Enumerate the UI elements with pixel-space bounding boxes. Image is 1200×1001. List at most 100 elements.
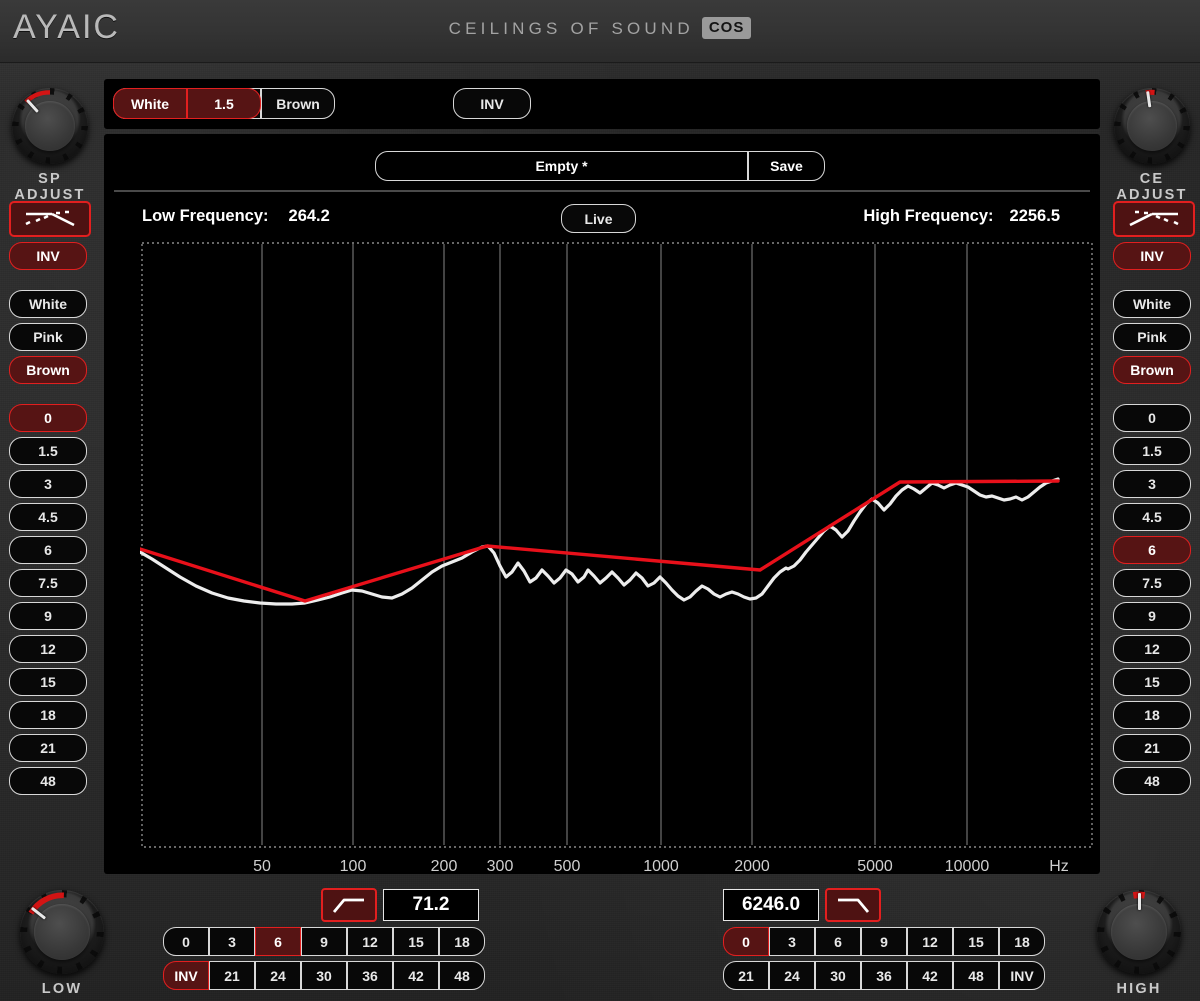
right-level-0[interactable]: 0 <box>1113 404 1191 432</box>
right-level-12[interactable]: 12 <box>1113 635 1191 663</box>
highcut-slope-42[interactable]: 42 <box>907 961 953 990</box>
right-level-6[interactable]: 6 <box>1113 536 1191 564</box>
lowcut-slope-21[interactable]: 21 <box>209 961 255 990</box>
highcut-slope-24[interactable]: 24 <box>769 961 815 990</box>
high-knob-group: HIGH <box>1094 890 1184 997</box>
high-frequency-value[interactable]: 2256.5 <box>1010 207 1060 225</box>
left-side-controls: INV White Pink Brown 0 1.5 3 4.5 6 7.5 9… <box>9 201 87 800</box>
left-level-18[interactable]: 18 <box>9 701 87 729</box>
graph-x-tick-label: Hz <box>1049 858 1069 876</box>
left-level-12[interactable]: 12 <box>9 635 87 663</box>
lowcut-slope-3[interactable]: 3 <box>209 927 255 956</box>
sp-adjust-knob[interactable] <box>12 88 88 164</box>
top-noise-white[interactable]: White <box>113 88 187 119</box>
left-level-6[interactable]: 6 <box>9 536 87 564</box>
right-noise-pink[interactable]: Pink <box>1113 323 1191 351</box>
frequency-readout-row: Low Frequency:264.2 Live High Frequency:… <box>104 204 1100 234</box>
ce-adjust-knob[interactable] <box>1114 88 1190 164</box>
left-level-4p5[interactable]: 4.5 <box>9 503 87 531</box>
left-inv-button[interactable]: INV <box>9 242 87 270</box>
lowpass-icon <box>835 895 871 915</box>
left-level-48[interactable]: 48 <box>9 767 87 795</box>
left-noise-brown[interactable]: Brown <box>9 356 87 384</box>
graph-x-tick-label: 500 <box>554 858 581 876</box>
spectrum-graph[interactable] <box>140 241 1094 863</box>
lowcut-header: 71.2 <box>163 888 493 922</box>
lowcut-slope-15[interactable]: 15 <box>393 927 439 956</box>
lowcut-slope-6[interactable]: 6 <box>255 927 301 956</box>
lowcut-slope-12[interactable]: 12 <box>347 927 393 956</box>
right-level-18[interactable]: 18 <box>1113 701 1191 729</box>
low-knob-arc <box>15 885 109 979</box>
lowcut-value-field[interactable]: 71.2 <box>383 889 479 921</box>
highcut-value-field[interactable]: 6246.0 <box>723 889 819 921</box>
graph-x-tick-label: 200 <box>431 858 458 876</box>
graph-x-tick-label: 50 <box>253 858 271 876</box>
right-level-4p5[interactable]: 4.5 <box>1113 503 1191 531</box>
highcut-slope-48[interactable]: 48 <box>953 961 999 990</box>
right-inv-button[interactable]: INV <box>1113 242 1191 270</box>
graph-background <box>140 241 1094 863</box>
right-level-48[interactable]: 48 <box>1113 767 1191 795</box>
lowcut-slope-30[interactable]: 30 <box>301 961 347 990</box>
left-high-shelf-icon-button[interactable] <box>9 201 91 237</box>
live-button[interactable]: Live <box>561 204 636 233</box>
left-noise-pink[interactable]: Pink <box>9 323 87 351</box>
low-frequency-value[interactable]: 264.2 <box>289 207 330 225</box>
left-noise-white[interactable]: White <box>9 290 87 318</box>
highcut-row-1: 0 3 6 9 12 15 18 <box>723 927 1053 956</box>
top-noise-brown[interactable]: Brown <box>261 88 335 119</box>
left-level-1p5[interactable]: 1.5 <box>9 437 87 465</box>
highcut-slope-36[interactable]: 36 <box>861 961 907 990</box>
right-level-21[interactable]: 21 <box>1113 734 1191 762</box>
lowcut-slope-42[interactable]: 42 <box>393 961 439 990</box>
left-level-7p5[interactable]: 7.5 <box>9 569 87 597</box>
lowpass-filter-button[interactable] <box>825 888 881 922</box>
high-knob[interactable] <box>1097 890 1181 974</box>
left-level-15[interactable]: 15 <box>9 668 87 696</box>
right-noise-white[interactable]: White <box>1113 290 1191 318</box>
lowcut-slope-48[interactable]: 48 <box>439 961 485 990</box>
right-low-shelf-icon-button[interactable] <box>1113 201 1195 237</box>
lowcut-slope-36[interactable]: 36 <box>347 961 393 990</box>
left-level-21[interactable]: 21 <box>9 734 87 762</box>
product-title-text: CEILINGS OF SOUND <box>449 19 694 38</box>
preset-name-field[interactable]: Empty * <box>375 151 748 181</box>
highpass-filter-button[interactable] <box>321 888 377 922</box>
highcut-slope-21[interactable]: 21 <box>723 961 769 990</box>
ce-adjust-knob-group: CE ADJUST <box>1112 88 1192 203</box>
highcut-slope-30[interactable]: 30 <box>815 961 861 990</box>
right-level-1p5[interactable]: 1.5 <box>1113 437 1191 465</box>
lowcut-slope-18[interactable]: 18 <box>439 927 485 956</box>
highcut-header: 6246.0 <box>723 888 1053 922</box>
right-noise-brown[interactable]: Brown <box>1113 356 1191 384</box>
highcut-row-2: 21 24 30 36 42 48 INV <box>723 961 1053 990</box>
right-level-9[interactable]: 9 <box>1113 602 1191 630</box>
highcut-slope-3[interactable]: 3 <box>769 927 815 956</box>
highcut-controls: 6246.0 0 3 6 9 12 15 18 21 24 30 36 42 4… <box>723 888 1053 990</box>
low-knob[interactable] <box>20 890 104 974</box>
top-sp-1p5[interactable]: 1.5 <box>187 88 261 119</box>
graph-x-tick-label: 10000 <box>945 858 990 876</box>
highcut-slope-15[interactable]: 15 <box>953 927 999 956</box>
right-level-7p5[interactable]: 7.5 <box>1113 569 1191 597</box>
spectrum-graph-svg[interactable] <box>140 241 1094 863</box>
highcut-slope-18[interactable]: 18 <box>999 927 1045 956</box>
highcut-slope-9[interactable]: 9 <box>861 927 907 956</box>
lowcut-inv[interactable]: INV <box>163 961 209 990</box>
left-level-3[interactable]: 3 <box>9 470 87 498</box>
highcut-slope-12[interactable]: 12 <box>907 927 953 956</box>
right-level-3[interactable]: 3 <box>1113 470 1191 498</box>
lowcut-slope-0[interactable]: 0 <box>163 927 209 956</box>
top-inv-button[interactable]: INV <box>453 88 531 119</box>
left-level-0[interactable]: 0 <box>9 404 87 432</box>
right-level-15[interactable]: 15 <box>1113 668 1191 696</box>
lowcut-slope-24[interactable]: 24 <box>255 961 301 990</box>
low-shelf-icon <box>1126 210 1182 228</box>
preset-save-button[interactable]: Save <box>748 151 825 181</box>
left-level-9[interactable]: 9 <box>9 602 87 630</box>
lowcut-slope-9[interactable]: 9 <box>301 927 347 956</box>
highcut-inv[interactable]: INV <box>999 961 1045 990</box>
highcut-slope-6[interactable]: 6 <box>815 927 861 956</box>
highcut-slope-0[interactable]: 0 <box>723 927 769 956</box>
